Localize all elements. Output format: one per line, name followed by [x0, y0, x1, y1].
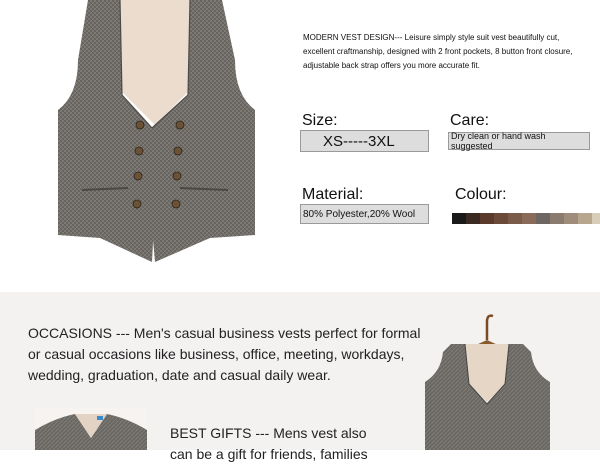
size-value: XS-----3XL: [300, 130, 429, 152]
colour-swatch: [578, 213, 592, 224]
occasions-text: OCCASIONS --- Men's casual business vest…: [28, 325, 421, 383]
colour-swatch: [564, 213, 578, 224]
colour-swatch: [592, 213, 600, 224]
colour-label: Colour:: [455, 186, 507, 203]
vest-detail-image: [35, 408, 147, 450]
product-description: MODERN VEST DESIGN--- Leisure simply sty…: [303, 33, 573, 70]
colour-swatch: [494, 213, 508, 224]
colour-swatch-strip: [452, 213, 600, 224]
colour-swatch: [508, 213, 522, 224]
size-label: Size:: [302, 112, 338, 129]
colour-swatch: [550, 213, 564, 224]
colour-swatch: [536, 213, 550, 224]
colour-swatch: [452, 213, 466, 224]
care-value: Dry clean or hand wash suggested: [448, 131, 590, 151]
material-label: Material:: [302, 186, 364, 203]
material-value: 80% Polyester,20% Wool: [300, 204, 429, 224]
vest-on-hanger-image: [425, 314, 550, 450]
colour-swatch: [522, 213, 536, 224]
vest-product-image: [58, 0, 255, 262]
colour-swatch: [480, 213, 494, 224]
best-gifts-text: BEST GIFTS --- Mens vest also can be a g…: [170, 425, 368, 462]
colour-swatch: [466, 213, 480, 224]
care-label: Care:: [450, 112, 490, 129]
